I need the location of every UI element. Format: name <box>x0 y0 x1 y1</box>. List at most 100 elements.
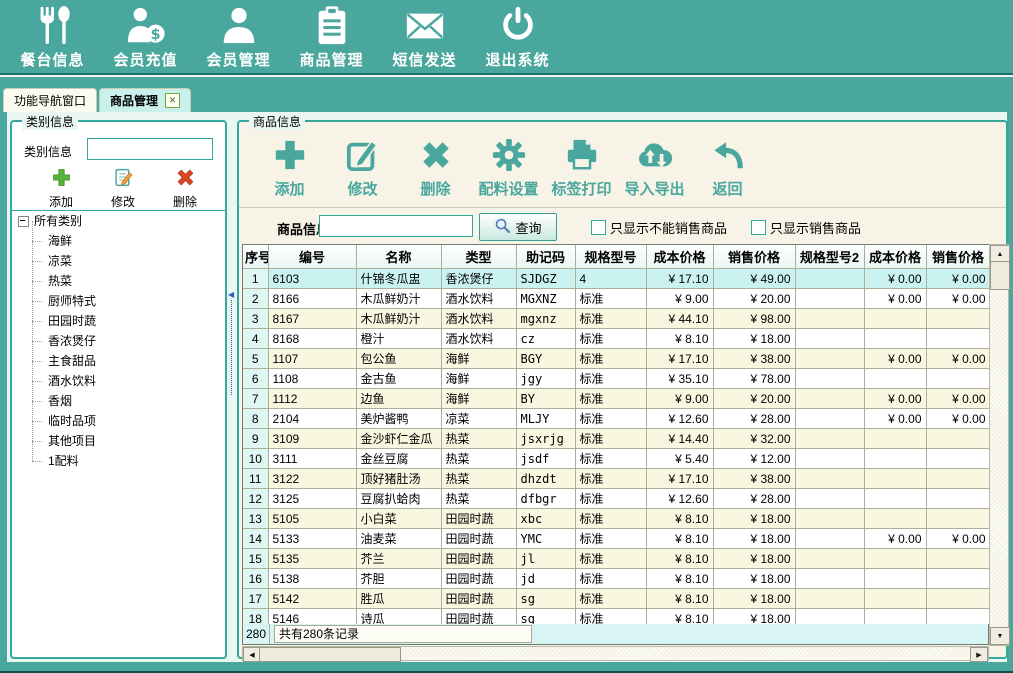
cell-cost[interactable]: ¥ 8.10 <box>646 609 713 626</box>
scroll-right-icon[interactable]: ▶ <box>970 647 988 662</box>
cell-mnemonic[interactable]: sg <box>516 609 575 626</box>
cell-spec2[interactable] <box>795 369 864 389</box>
cell-type[interactable]: 田园时蔬 <box>441 529 516 549</box>
table-row[interactable]: 135105小白菜田园时蔬xbc标准¥ 8.10¥ 18.00 <box>243 509 990 529</box>
cell-mnemonic[interactable]: jl <box>516 549 575 569</box>
cell-type[interactable]: 海鲜 <box>441 389 516 409</box>
cell-type[interactable]: 海鲜 <box>441 349 516 369</box>
cell-price2[interactable] <box>926 309 990 329</box>
cell-spec2[interactable] <box>795 469 864 489</box>
table-row[interactable]: 82104美炉酱鸭凉菜MLJY标准¥ 12.60¥ 28.00¥ 0.00¥ 0… <box>243 409 990 429</box>
cell-cost2[interactable]: ¥ 0.00 <box>864 409 926 429</box>
cell-mnemonic[interactable]: MGXNZ <box>516 289 575 309</box>
panel-splitter[interactable]: ◀ <box>228 290 236 400</box>
horizontal-scrollbar[interactable]: ◀ ▶ <box>242 646 989 661</box>
cell-cost[interactable]: ¥ 8.10 <box>646 509 713 529</box>
cell-price[interactable]: ¥ 38.00 <box>713 349 795 369</box>
tree-root-all-categories[interactable]: 所有类别 <box>12 211 225 231</box>
cell-cost2[interactable] <box>864 609 926 626</box>
column-header-code[interactable]: 编号 <box>268 245 356 269</box>
cell-no[interactable]: 8 <box>243 409 268 429</box>
cell-price[interactable]: ¥ 18.00 <box>713 569 795 589</box>
cell-name[interactable]: 顶好猪肚汤 <box>356 469 441 489</box>
cell-price2[interactable] <box>926 469 990 489</box>
cell-mnemonic[interactable]: MLJY <box>516 409 575 429</box>
vertical-scrollbar-thumb[interactable] <box>990 261 1010 290</box>
cell-cost[interactable]: ¥ 17.10 <box>646 349 713 369</box>
collapse-arrow-icon[interactable]: ◀ <box>228 290 236 300</box>
cell-cost2[interactable]: ¥ 0.00 <box>864 289 926 309</box>
cell-cost[interactable]: ¥ 17.10 <box>646 269 713 289</box>
cell-price[interactable]: ¥ 18.00 <box>713 529 795 549</box>
cell-code[interactable]: 8167 <box>268 309 356 329</box>
cell-name[interactable]: 金沙虾仁金瓜 <box>356 429 441 449</box>
cell-spec2[interactable] <box>795 389 864 409</box>
cell-name[interactable]: 橙汁 <box>356 329 441 349</box>
cell-name[interactable]: 胜瓜 <box>356 589 441 609</box>
cell-code[interactable]: 3111 <box>268 449 356 469</box>
cell-type[interactable]: 酒水饮料 <box>441 329 516 349</box>
cell-cost2[interactable] <box>864 509 926 529</box>
cell-cost2[interactable] <box>864 589 926 609</box>
category-button-添加[interactable]: 添加 <box>30 168 92 210</box>
cell-spec[interactable]: 标准 <box>575 429 646 449</box>
cell-spec[interactable]: 标准 <box>575 289 646 309</box>
cell-cost2[interactable] <box>864 309 926 329</box>
cell-type[interactable]: 田园时蔬 <box>441 549 516 569</box>
cell-price[interactable]: ¥ 98.00 <box>713 309 795 329</box>
cell-code[interactable]: 1107 <box>268 349 356 369</box>
cell-cost[interactable]: ¥ 8.10 <box>646 329 713 349</box>
cell-code[interactable]: 5133 <box>268 529 356 549</box>
cell-code[interactable]: 5142 <box>268 589 356 609</box>
cell-name[interactable]: 油麦菜 <box>356 529 441 549</box>
table-row[interactable]: 51107包公鱼海鲜BGY标准¥ 17.10¥ 38.00¥ 0.00¥ 0.0… <box>243 349 990 369</box>
cell-spec[interactable]: 标准 <box>575 309 646 329</box>
cell-code[interactable]: 3122 <box>268 469 356 489</box>
cell-price[interactable]: ¥ 18.00 <box>713 609 795 626</box>
cell-spec[interactable]: 标准 <box>575 529 646 549</box>
cell-spec[interactable]: 标准 <box>575 369 646 389</box>
cell-cost[interactable]: ¥ 12.60 <box>646 409 713 429</box>
cell-type[interactable]: 凉菜 <box>441 409 516 429</box>
tree-item-厨师特式[interactable]: 厨师特式 <box>12 291 225 311</box>
search-input[interactable] <box>319 215 473 237</box>
column-header-price[interactable]: 销售价格 <box>713 245 795 269</box>
tree-item-酒水饮料[interactable]: 酒水饮料 <box>12 371 225 391</box>
cell-spec[interactable]: 标准 <box>575 449 646 469</box>
table-row[interactable]: 175142胜瓜田园时蔬sg标准¥ 8.10¥ 18.00 <box>243 589 990 609</box>
cell-price[interactable]: ¥ 49.00 <box>713 269 795 289</box>
cell-price2[interactable] <box>926 609 990 626</box>
toolbar-button-配料设置[interactable]: 配料设置 <box>472 126 545 207</box>
column-header-spec[interactable]: 规格型号 <box>575 245 646 269</box>
cell-spec[interactable]: 标准 <box>575 589 646 609</box>
cell-spec2[interactable] <box>795 529 864 549</box>
toolbar-button-添加[interactable]: 添加 <box>253 126 326 207</box>
cell-cost2[interactable] <box>864 569 926 589</box>
cell-name[interactable]: 金古鱼 <box>356 369 441 389</box>
cell-mnemonic[interactable]: dhzdt <box>516 469 575 489</box>
cell-price2[interactable] <box>926 509 990 529</box>
cell-no[interactable]: 10 <box>243 449 268 469</box>
cell-cost2[interactable]: ¥ 0.00 <box>864 529 926 549</box>
cell-type[interactable]: 热菜 <box>441 489 516 509</box>
cell-mnemonic[interactable]: jd <box>516 569 575 589</box>
cell-price[interactable]: ¥ 78.00 <box>713 369 795 389</box>
cell-spec[interactable]: 标准 <box>575 509 646 529</box>
vertical-scrollbar[interactable]: ▲ ▼ <box>989 244 1009 646</box>
toolbar-button-标签打印[interactable]: 标签打印 <box>545 126 618 207</box>
cell-spec[interactable]: 标准 <box>575 609 646 626</box>
table-row[interactable]: 123125豆腐扒蛤肉热菜dfbgr标准¥ 12.60¥ 28.00 <box>243 489 990 509</box>
column-header-no[interactable]: 序号 <box>243 245 268 269</box>
cell-name[interactable]: 芥胆 <box>356 569 441 589</box>
cell-name[interactable]: 芥兰 <box>356 549 441 569</box>
toolbar-button-修改[interactable]: 修改 <box>326 126 399 207</box>
cell-price2[interactable]: ¥ 0.00 <box>926 529 990 549</box>
cell-no[interactable]: 9 <box>243 429 268 449</box>
toolbar-button-返回[interactable]: 返回 <box>691 126 764 207</box>
cell-name[interactable]: 什锦冬瓜盅 <box>356 269 441 289</box>
cell-mnemonic[interactable]: jsdf <box>516 449 575 469</box>
cell-type[interactable]: 酒水饮料 <box>441 289 516 309</box>
cell-type[interactable]: 香浓煲仔 <box>441 269 516 289</box>
table-row[interactable]: 93109金沙虾仁金瓜热菜jsxrjg标准¥ 14.40¥ 32.00 <box>243 429 990 449</box>
cell-no[interactable]: 15 <box>243 549 268 569</box>
